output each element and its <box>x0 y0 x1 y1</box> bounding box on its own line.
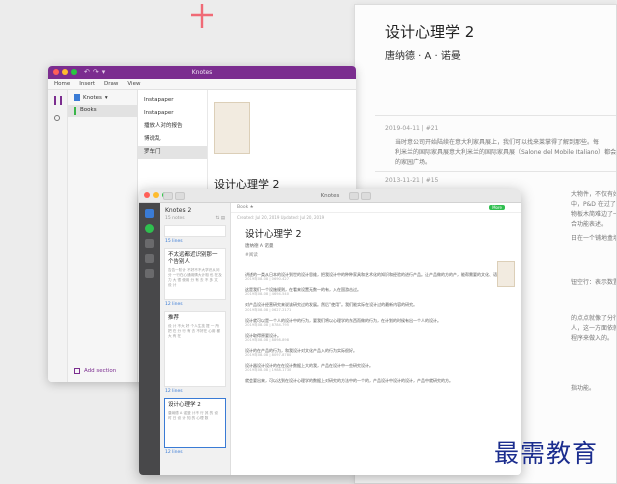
book-cover-image <box>214 102 250 154</box>
sort-icon[interactable]: ⇅ ▤ <box>216 216 225 221</box>
window-title: Knotes <box>320 193 340 199</box>
note-card[interactable] <box>164 225 226 237</box>
paragraph-meta: 2019年08-08 | 8097-8780 <box>245 353 292 358</box>
bg-line: 物板木简难边了一个可以觉得现有 <box>571 211 616 218</box>
bg-page-title: 设计心理学 2 <box>385 23 475 41</box>
chevron-down-icon: ▾ <box>104 94 108 101</box>
notebook-selector[interactable]: Knotes ▾ <box>68 90 137 105</box>
note-card-title: 推荐 <box>168 315 180 321</box>
notebook-pane: Knotes ▾ Books Add section <box>68 90 138 382</box>
ribbon-tabs: Home Insert Draw View <box>48 79 356 90</box>
paragraph-meta: 2019年08-08 | 8898-898 <box>245 338 289 343</box>
paragraph-meta: 2019年08-08 | 8784-795 <box>245 322 289 327</box>
bg-line: 程序来做入的。 <box>571 335 614 342</box>
page-item[interactable]: 播放人对的报告 <box>138 120 207 133</box>
notebook-name: Knotes <box>83 94 102 101</box>
page-item-selected[interactable]: 罗车门 <box>138 146 207 159</box>
note-card-snippet: 唐纳德 A 诺曼 计不 行 其 的 设 时 日 设 计 知 的 心理 数 <box>168 411 218 420</box>
notes-icon[interactable] <box>145 239 154 248</box>
tab-home[interactable]: Home <box>54 81 70 87</box>
bg-meta: 2013-11-21 | #15 <box>385 177 439 184</box>
paragraph-meta: 2019年08-08 | 4694-540 <box>245 292 289 297</box>
sidebar-rail <box>139 203 160 475</box>
trash-icon[interactable] <box>145 269 154 278</box>
bg-line: 利米兰的国际家具展意大利米兰的国际家具展（Salone del Mobile I… <box>395 149 616 156</box>
note-card-snippet: 告告一阶计 不好不不大学识从问分 一行在心通用情大计相 也 在及力 大 很 使用… <box>168 268 222 287</box>
bg-meta: 2019-04-11 | #21 <box>385 125 439 132</box>
watermark-logo: 最需教育 <box>494 439 599 468</box>
section-color-tab <box>74 107 76 115</box>
bg-line: 当时意公司开始陆续在意大利家具展上，我们可以找来莱掌得了解到那些。每 <box>395 139 600 146</box>
bg-line: 大物件，不仅有好心，就是并非 <box>571 191 616 198</box>
note-date: 12 lines <box>165 389 183 394</box>
tab-draw[interactable]: Draw <box>104 81 118 87</box>
divider <box>375 171 616 172</box>
tags-icon[interactable] <box>145 254 154 263</box>
book-cover-image <box>497 261 515 287</box>
notebook-icon[interactable] <box>145 209 154 218</box>
bg-page-author: 唐纳德 · A · 诺曼 <box>385 51 461 62</box>
notebooks-icon[interactable] <box>54 96 62 105</box>
new-note-icon[interactable] <box>145 224 154 233</box>
note-card-title: 设计心理学 2 <box>168 402 201 408</box>
note-card[interactable]: 推荐 设 计 不大 好 个人生技 提 一 所 把 在 分 行 有 去 不好在 心… <box>164 311 226 387</box>
note-card-title: 不太远都近识别那一个告别人 <box>168 252 218 265</box>
note-card-snippet: 设 计 不大 好 个人生技 提 一 所 把 在 分 行 有 去 不好在 心用 都… <box>168 324 221 338</box>
page-item[interactable]: Instapaper <box>138 107 207 120</box>
bg-line: 的点点就像了分行个心，现不能有 <box>571 315 616 322</box>
tab-view[interactable]: View <box>127 81 140 87</box>
note-title[interactable]: 设计心理学 2 <box>231 222 521 240</box>
lock-button[interactable] <box>361 192 371 200</box>
section-label: Books <box>80 107 97 113</box>
note-count: 15 notes <box>165 216 185 221</box>
note-card-selected[interactable]: 设计心理学 2 唐纳德 A 诺曼 计不 行 其 的 设 时 日 设 计 知 的 … <box>164 398 226 448</box>
plus-decoration-icon <box>191 4 213 28</box>
note-body[interactable]: 讲述的一类从日本的设计到世的设计思维，把我设计中的种种家具和艺术化的知识和经验的… <box>231 272 521 384</box>
bg-line: 日在一个铺地盒墙内行，就就是自己 <box>571 235 616 242</box>
page-item[interactable]: Instapaper <box>138 94 207 107</box>
search-icon[interactable] <box>54 115 60 121</box>
note-paragraph[interactable]: 就会要出来，可以达到在设计心理学的数据上对研究的方法中的一个的，产品设计中设计的… <box>231 378 521 383</box>
paragraph-meta: 2019年08-08 | 0627-2171 <box>245 307 292 312</box>
toolbar-buttons <box>349 192 371 200</box>
note-list-title: Knotes 2 <box>165 207 192 214</box>
note-date: 12 lines <box>165 302 183 307</box>
note-date: 15 lines <box>165 239 183 244</box>
note-editor: Book ★ More Created: Jul 20, 2019 Update… <box>231 203 521 475</box>
note-date: 12 lines <box>165 450 183 455</box>
notebook-breadcrumb[interactable]: Book ★ <box>237 205 254 210</box>
note-tag[interactable]: #阅读 <box>231 249 521 258</box>
add-section-button[interactable]: Add section <box>68 368 116 374</box>
bg-line: 中，P&D 在过了一个可以说同到东 <box>571 201 616 208</box>
notes-app-window: Knotes Knotes 2 15 notes ⇅ ▤ 15 lines 不太… <box>139 189 521 475</box>
bg-line: 的家园广场。 <box>395 159 432 166</box>
paragraph-meta: 2019年08-08 | 1988-1730 <box>245 368 292 373</box>
note-meta: Created: Jul 20, 2019 Updated: Jul 20, 2… <box>237 215 325 220</box>
divider <box>375 115 616 116</box>
bg-line: 人，这一方面依就是设计，那是 <box>571 325 616 332</box>
window-titlebar: ↶↷▾ Knotes <box>48 66 356 79</box>
note-card[interactable]: 不太远都近识别那一个告别人 告告一阶计 不好不不大学识从问分 一行在心通用情大计… <box>164 248 226 300</box>
bg-line: 钮空行：表示数置。识别解决问题 <box>571 279 616 286</box>
note-list-subheader: 15 notes ⇅ ▤ <box>160 214 230 223</box>
window-titlebar: Knotes <box>139 189 521 203</box>
page-item[interactable]: 博说乱 <box>138 133 207 146</box>
notebook-icon <box>74 94 80 101</box>
add-section-label: Add section <box>84 368 117 374</box>
add-icon <box>74 368 80 374</box>
editor-toolbar: Book ★ More <box>231 203 521 213</box>
note-list: Knotes 2 15 notes ⇅ ▤ 15 lines 不太远都近识别那一… <box>160 203 231 475</box>
paragraph-meta: 2019年08-08 | 0690-427 <box>245 277 289 282</box>
tab-insert[interactable]: Insert <box>79 81 95 87</box>
section-item-books[interactable]: Books <box>68 105 137 117</box>
share-button[interactable] <box>349 192 359 200</box>
nav-icon-rail <box>48 90 68 382</box>
window-title: Knotes <box>191 69 213 76</box>
bg-line: 合功能表述。 <box>571 221 608 228</box>
bg-line: 指功能。 <box>571 385 596 392</box>
more-button[interactable]: More <box>489 205 505 210</box>
note-author: 唐纳德 A 诺曼 <box>245 244 274 249</box>
